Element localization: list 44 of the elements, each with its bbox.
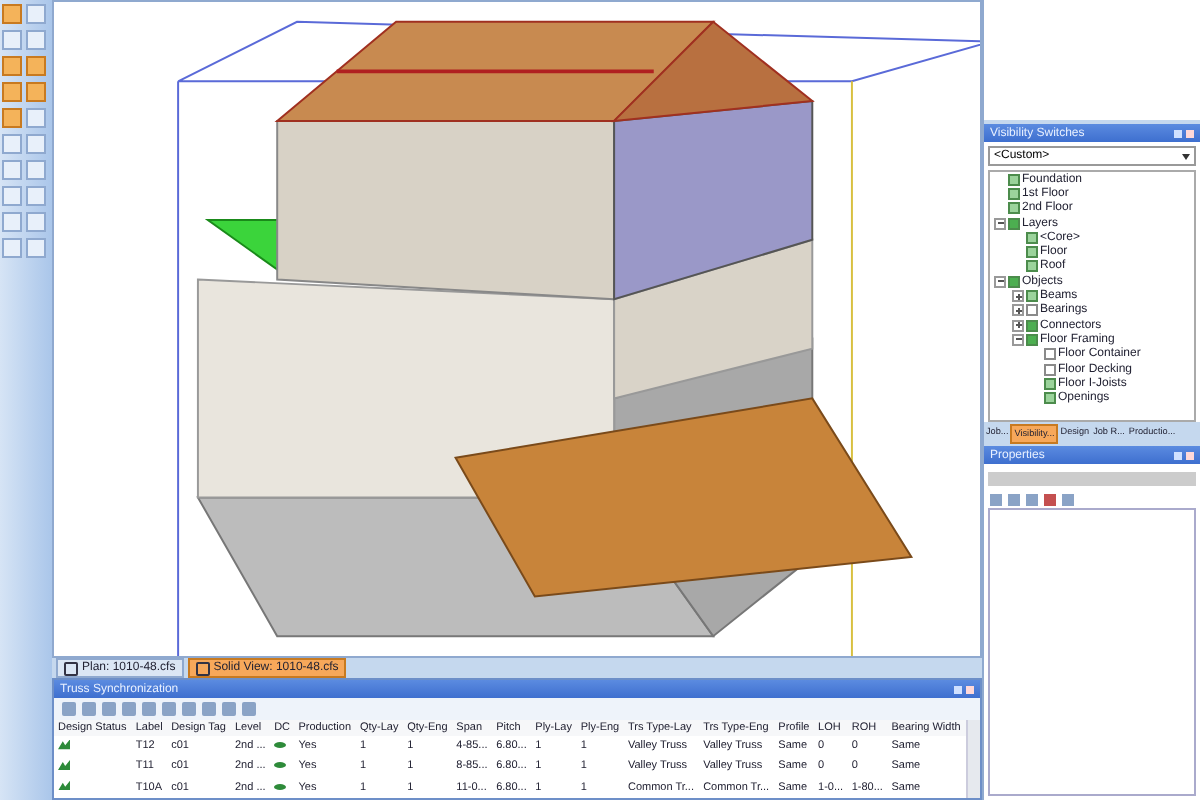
scrollbar[interactable] bbox=[966, 720, 980, 798]
tool-icon[interactable] bbox=[26, 186, 46, 206]
expand-icon[interactable] bbox=[1012, 290, 1024, 303]
collapse-icon[interactable] bbox=[994, 275, 1006, 288]
checkbox[interactable] bbox=[1026, 231, 1038, 244]
checkbox[interactable] bbox=[1044, 377, 1056, 390]
collapse-icon[interactable] bbox=[1012, 333, 1024, 346]
tool-icon[interactable] bbox=[2, 186, 22, 206]
tool-icon[interactable] bbox=[26, 134, 46, 154]
checkbox[interactable] bbox=[1008, 173, 1020, 186]
tool-icon[interactable] bbox=[2, 4, 22, 24]
checkbox[interactable] bbox=[1026, 246, 1038, 259]
tool-icon[interactable] bbox=[2, 212, 22, 232]
tool-icon[interactable] bbox=[2, 160, 22, 180]
tool-icon[interactable] bbox=[2, 82, 22, 102]
checkbox[interactable] bbox=[1026, 333, 1038, 346]
checkbox[interactable] bbox=[1044, 348, 1056, 361]
checkbox[interactable] bbox=[1008, 187, 1020, 200]
dc-icon bbox=[274, 783, 287, 790]
checkbox[interactable] bbox=[1026, 304, 1038, 317]
tool-icon[interactable] bbox=[26, 56, 46, 76]
checkbox[interactable] bbox=[1008, 217, 1020, 230]
tool-icon[interactable] bbox=[2, 30, 22, 50]
checkbox[interactable] bbox=[1026, 319, 1038, 332]
checkbox[interactable] bbox=[1008, 202, 1020, 215]
tool-icon[interactable] bbox=[26, 212, 46, 232]
expand-icon[interactable] bbox=[1012, 304, 1024, 317]
checkbox[interactable] bbox=[1008, 275, 1020, 288]
collapse-icon[interactable] bbox=[994, 217, 1006, 230]
checkbox[interactable] bbox=[1026, 290, 1038, 303]
expand-icon[interactable] bbox=[1012, 319, 1024, 332]
tool-icon[interactable] bbox=[26, 160, 46, 180]
tool-icon[interactable] bbox=[2, 134, 22, 154]
tool-icon[interactable] bbox=[2, 56, 22, 76]
checkbox[interactable] bbox=[1026, 260, 1038, 273]
tool-icon[interactable] bbox=[26, 30, 46, 50]
tool-icon[interactable] bbox=[26, 4, 46, 24]
tool-icon[interactable] bbox=[26, 82, 46, 102]
tool-icon[interactable] bbox=[26, 238, 46, 258]
tool-icon[interactable] bbox=[2, 238, 22, 258]
tool-icon[interactable] bbox=[26, 108, 46, 128]
checkbox[interactable] bbox=[1044, 392, 1056, 405]
tool-icon[interactable] bbox=[2, 108, 22, 128]
checkbox[interactable] bbox=[1044, 363, 1056, 375]
